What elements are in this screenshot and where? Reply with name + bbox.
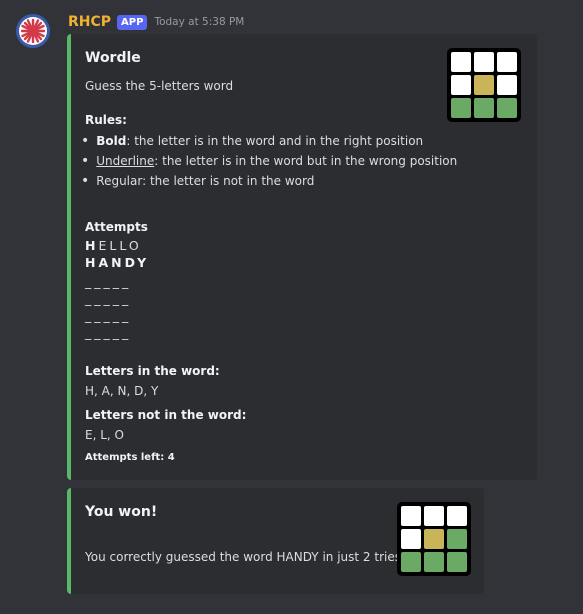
embed-thumbnail[interactable] <box>447 48 521 122</box>
attempt-row: _____ <box>85 325 132 340</box>
attempt-row: HELLO <box>85 238 142 253</box>
attempt-row: _____ <box>85 308 132 323</box>
letters-in-heading: Letters in the word: <box>85 364 220 378</box>
rule-item: Bold: the letter is in the word and in t… <box>81 134 457 154</box>
rhcp-logo-icon <box>19 17 47 45</box>
wordle-embed: Wordle Guess the 5-letters word Rules: B… <box>67 34 537 480</box>
letters-in-value: H, A, N, D, Y <box>85 384 159 398</box>
rules-heading: Rules: <box>85 113 127 127</box>
win-embed: You won! You correctly guessed the word … <box>67 488 484 594</box>
attempt-row: HANDY <box>85 255 150 270</box>
username[interactable]: RHCP <box>68 14 111 30</box>
embed-subtitle: Guess the 5-letters word <box>85 79 234 93</box>
wordle-grid-icon <box>397 502 471 576</box>
embed-thumbnail[interactable] <box>397 502 471 576</box>
avatar[interactable] <box>16 14 50 48</box>
attempt-row: _____ <box>85 291 132 306</box>
timestamp[interactable]: Today at 5:38 PM <box>154 16 244 28</box>
win-text: You correctly guessed the word HANDY in … <box>85 550 401 564</box>
attempt-row: _____ <box>85 274 132 289</box>
win-title: You won! <box>85 504 158 520</box>
embed-title: Wordle <box>85 50 141 66</box>
wordle-grid-icon <box>447 48 521 122</box>
rules-list: Bold: the letter is in the word and in t… <box>81 134 457 194</box>
app-badge: APP <box>117 14 148 30</box>
letters-not-value: E, L, O <box>85 428 124 442</box>
attempts-heading: Attempts <box>85 220 148 234</box>
attempts-left: Attempts left: 4 <box>85 452 175 463</box>
rule-item: Underline: the letter is in the word but… <box>81 154 457 174</box>
rule-item: Regular: the letter is not in the word <box>81 174 457 194</box>
message-header: RHCP APP Today at 5:38 PM <box>68 12 244 32</box>
letters-not-heading: Letters not in the word: <box>85 408 247 422</box>
